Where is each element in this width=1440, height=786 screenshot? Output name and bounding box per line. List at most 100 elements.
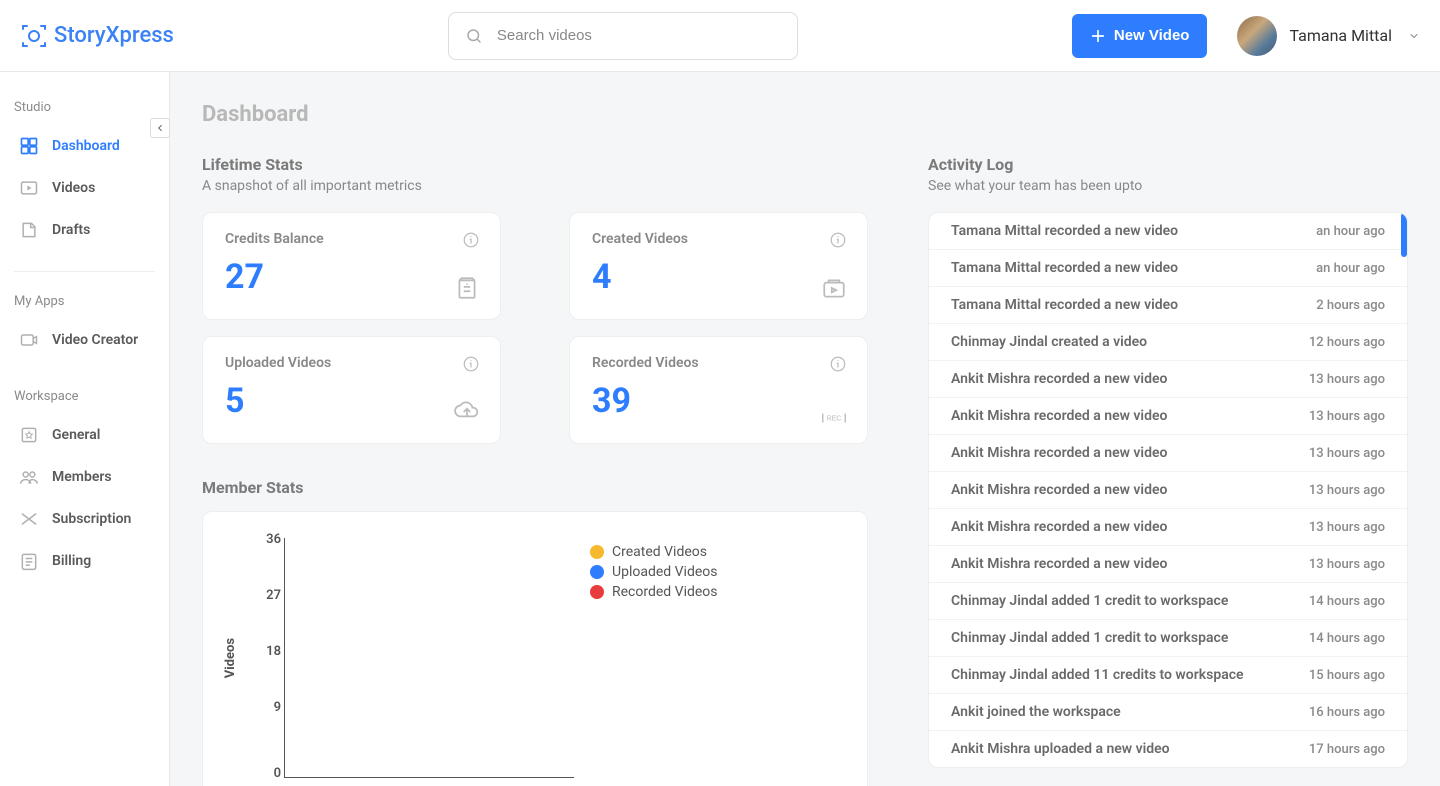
member-stats-heading: Member Stats bbox=[202, 478, 868, 497]
logo[interactable]: StoryXpress bbox=[20, 22, 174, 50]
new-video-button[interactable]: New Video bbox=[1072, 14, 1208, 58]
stat-card-uploaded: Uploaded Videos 5 bbox=[202, 336, 501, 444]
sidebar-collapse-button[interactable] bbox=[150, 118, 170, 138]
legend-item: Recorded Videos bbox=[590, 584, 718, 600]
activity-row[interactable]: Chinmay Jindal created a video12 hours a… bbox=[929, 324, 1407, 361]
activity-row[interactable]: Ankit Mishra recorded a new video 13 hour… bbox=[929, 546, 1407, 583]
sidebar-item-billing[interactable]: Billing bbox=[0, 540, 169, 582]
new-video-label: New Video bbox=[1114, 27, 1190, 44]
sidebar-item-members[interactable]: Members bbox=[0, 456, 169, 498]
activity-heading: Activity Log bbox=[928, 155, 1408, 174]
page-title: Dashboard bbox=[202, 102, 1408, 127]
member-stats-chart: Videos 36271890 Members Created VideosUp… bbox=[202, 511, 868, 786]
scrollbar-thumb[interactable] bbox=[1401, 213, 1407, 257]
legend-label: Recorded Videos bbox=[612, 584, 718, 600]
stat-grid: Credits Balance27Created Videos4Uploaded… bbox=[202, 212, 868, 444]
activity-text: Ankit Mishra recorded a new video bbox=[951, 408, 1167, 424]
drafts-icon bbox=[18, 219, 40, 241]
info-icon[interactable] bbox=[829, 355, 847, 373]
info-icon[interactable] bbox=[462, 231, 480, 249]
sidebar-item-dashboard[interactable]: Dashboard bbox=[0, 125, 169, 167]
stat-card-recorded: Recorded Videos 39REC bbox=[569, 336, 868, 444]
activity-text: Ankit Mishra recorded a new video bbox=[951, 482, 1167, 498]
sidebar-item-label: Video Creator bbox=[52, 332, 138, 348]
activity-time: 13 hours ago bbox=[1309, 557, 1385, 572]
activity-text: Tamana Mittal recorded a new video bbox=[951, 260, 1178, 276]
created-icon bbox=[821, 275, 847, 301]
sidebar-item-video-creator[interactable]: Video Creator bbox=[0, 319, 169, 361]
sidebar-item-label: Videos bbox=[52, 180, 95, 196]
activity-row[interactable]: Ankit Mishra recorded a new video13 hour… bbox=[929, 361, 1407, 398]
y-tick: 27 bbox=[257, 588, 281, 603]
activity-row[interactable]: Ankit Mishra recorded a new video13 hour… bbox=[929, 509, 1407, 546]
plus-icon bbox=[1090, 28, 1106, 44]
activity-row[interactable]: Tamana Mittal recorded a new videoan hou… bbox=[929, 213, 1407, 250]
legend-dot bbox=[590, 565, 604, 579]
activity-time: 14 hours ago bbox=[1309, 631, 1385, 646]
y-tick: 9 bbox=[257, 700, 281, 715]
activity-row[interactable]: Ankit Mishra recorded a new video13 hour… bbox=[929, 398, 1407, 435]
stat-value: 5 bbox=[225, 381, 478, 421]
videos-icon bbox=[18, 177, 40, 199]
chart-plot: 36271890 Members bbox=[284, 538, 574, 778]
search-box[interactable] bbox=[448, 12, 798, 60]
stat-value: 39 bbox=[592, 381, 845, 421]
video-creator-icon bbox=[18, 329, 40, 351]
activity-time: 13 hours ago bbox=[1309, 520, 1385, 535]
activity-row[interactable]: Chinmay Jindal added 11 credits to works… bbox=[929, 657, 1407, 694]
activity-row[interactable]: Ankit joined the workspace 16 hours ago bbox=[929, 694, 1407, 731]
uploaded-icon bbox=[454, 399, 480, 425]
svg-text:REC: REC bbox=[827, 416, 842, 423]
legend-dot bbox=[590, 545, 604, 559]
legend-label: Uploaded Videos bbox=[612, 564, 717, 580]
activity-row[interactable]: Tamana Mittal recorded a new video2 hour… bbox=[929, 287, 1407, 324]
sidebar-item-general[interactable]: General bbox=[0, 414, 169, 456]
activity-text: Chinmay Jindal added 1 credit to workspa… bbox=[951, 630, 1228, 646]
activity-time: 13 hours ago bbox=[1309, 483, 1385, 498]
subscription-icon bbox=[18, 508, 40, 530]
activity-row[interactable]: Chinmay Jindal added 1 credit to workspa… bbox=[929, 620, 1407, 657]
activity-text: Chinmay Jindal added 11 credits to works… bbox=[951, 667, 1244, 683]
search-input[interactable] bbox=[497, 27, 781, 44]
chart-legend: Created Videos Uploaded Videos Recorded Vi… bbox=[590, 538, 718, 778]
sidebar-item-label: Subscription bbox=[52, 511, 131, 527]
sidebar-item-videos[interactable]: Videos bbox=[0, 167, 169, 209]
activity-list[interactable]: Tamana Mittal recorded a new videoan hou… bbox=[928, 212, 1408, 768]
y-tick: 0 bbox=[257, 766, 281, 781]
info-icon[interactable] bbox=[462, 355, 480, 373]
logo-text: StoryXpress bbox=[54, 23, 174, 48]
activity-text: Ankit joined the workspace bbox=[951, 704, 1121, 720]
activity-text: Ankit Mishra recorded a new video bbox=[951, 371, 1167, 387]
stat-label: Recorded Videos bbox=[592, 355, 845, 371]
user-menu[interactable]: Tamana Mittal bbox=[1237, 16, 1420, 56]
sidebar-heading: My Apps bbox=[0, 286, 169, 319]
info-icon[interactable] bbox=[829, 231, 847, 249]
search-icon bbox=[465, 27, 483, 45]
activity-row[interactable]: Ankit Mishra uploaded a new video17 hour… bbox=[929, 731, 1407, 767]
activity-time: 16 hours ago bbox=[1309, 705, 1385, 720]
lifetime-sub: A snapshot of all important metrics bbox=[202, 178, 868, 194]
members-icon bbox=[18, 466, 40, 488]
activity-text: Tamana Mittal recorded a new video bbox=[951, 297, 1178, 313]
activity-time: 15 hours ago bbox=[1309, 668, 1385, 683]
legend-item: Created Videos bbox=[590, 544, 718, 560]
billing-icon bbox=[18, 550, 40, 572]
sidebar-item-label: Billing bbox=[52, 553, 91, 569]
recorded-icon: REC bbox=[821, 411, 847, 425]
activity-row[interactable]: Tamana Mittal recorded a new videoan hou… bbox=[929, 250, 1407, 287]
activity-row[interactable]: Chinmay Jindal added 1 credit to workspa… bbox=[929, 583, 1407, 620]
stat-label: Uploaded Videos bbox=[225, 355, 478, 371]
activity-row[interactable]: Ankit Mishra recorded a new video 13 hour… bbox=[929, 472, 1407, 509]
sidebar-item-drafts[interactable]: Drafts bbox=[0, 209, 169, 251]
sidebar-separator bbox=[14, 271, 155, 272]
y-tick: 18 bbox=[257, 644, 281, 659]
stat-label: Created Videos bbox=[592, 231, 845, 247]
activity-row[interactable]: Ankit Mishra recorded a new video13 hour… bbox=[929, 435, 1407, 472]
sidebar-item-subscription[interactable]: Subscription bbox=[0, 498, 169, 540]
topbar: StoryXpress New Video Tamana Mittal bbox=[0, 0, 1440, 72]
sidebar-heading: Studio bbox=[0, 92, 169, 125]
avatar bbox=[1237, 16, 1277, 56]
credits-icon bbox=[454, 275, 480, 301]
stat-card-created: Created Videos4 bbox=[569, 212, 868, 320]
activity-text: Ankit Mishra recorded a new video bbox=[951, 556, 1167, 572]
